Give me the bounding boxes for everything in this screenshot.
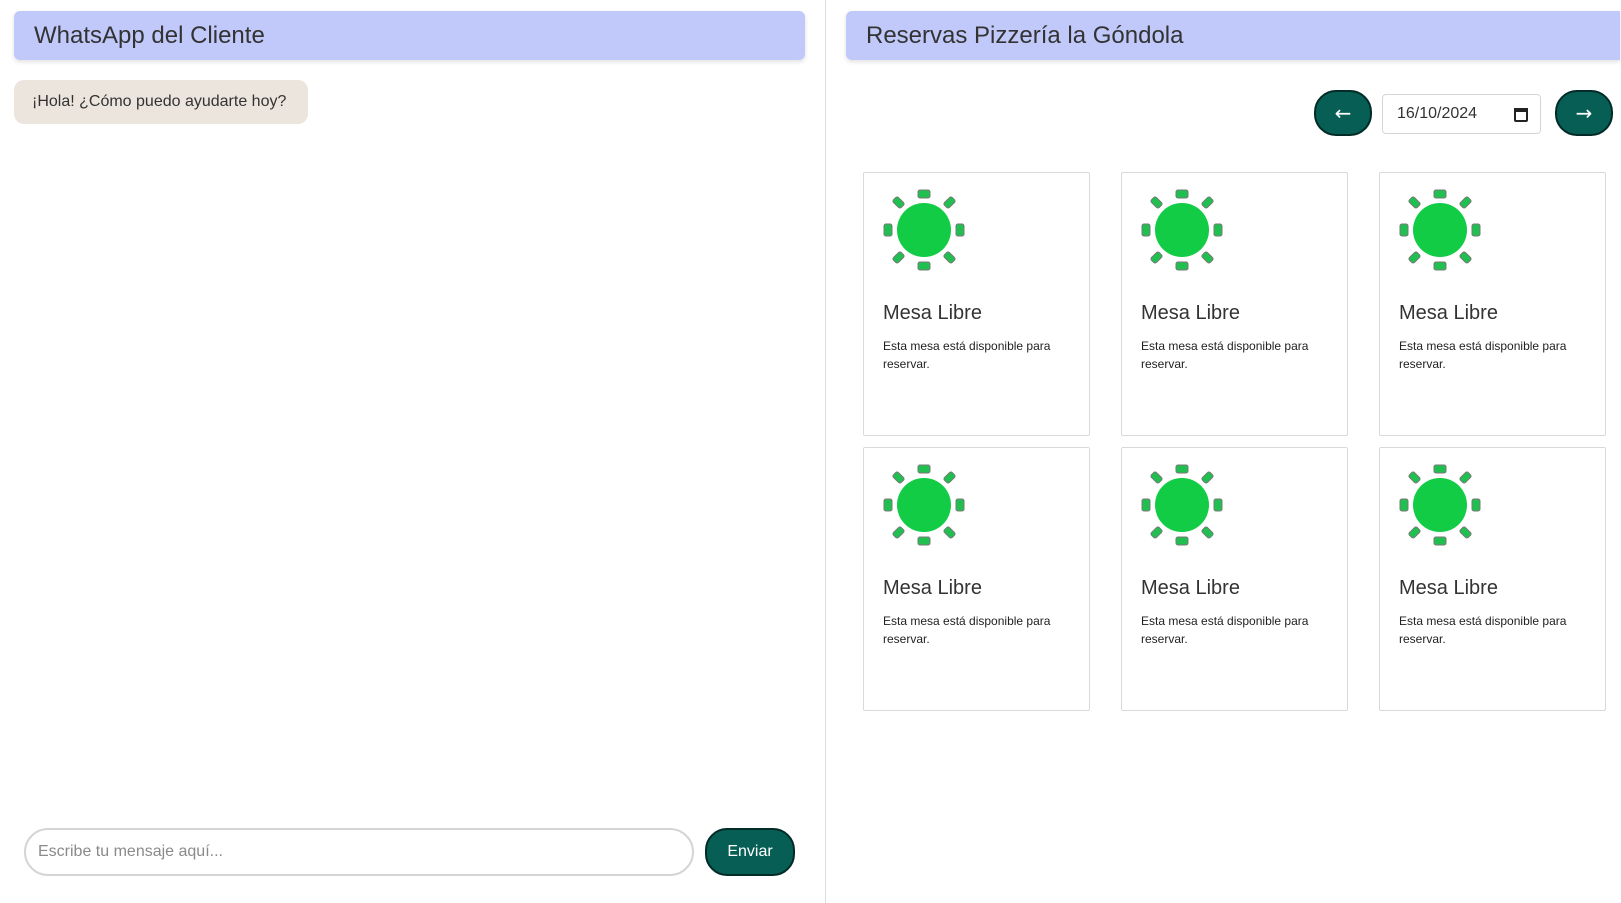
table-description: Esta mesa está disponible para reservar. [1399,614,1567,646]
chat-header: WhatsApp del Cliente [14,11,805,60]
table-status: Mesa Libre [1141,577,1240,599]
table-description: Esta mesa está disponible para reservar. [883,339,1051,371]
app-root: WhatsApp del Cliente ¡Hola! ¿Cómo puedo … [0,0,1621,903]
message-input[interactable] [24,828,694,876]
round-table-green-icon [1399,464,1481,546]
previous-date-button[interactable]: ← [1314,90,1372,136]
date-picker[interactable]: 16/10/2024 [1382,94,1541,134]
table-description: Esta mesa está disponible para reservar. [1399,339,1567,371]
round-table-green-icon [1141,464,1223,546]
table-card[interactable]: Mesa Libre Esta mesa está disponible par… [1379,172,1606,436]
table-status: Mesa Libre [1399,302,1498,324]
date-controls: ← 16/10/2024 → [1314,90,1613,136]
round-table-green-icon [1399,189,1481,271]
table-status: Mesa Libre [883,302,982,324]
table-status: Mesa Libre [1141,302,1240,324]
incoming-message-bubble: ¡Hola! ¿Cómo puedo ayudarte hoy? [14,80,308,124]
reservations-header: Reservas Pizzería la Góndola [846,11,1620,60]
table-status: Mesa Libre [883,577,982,599]
table-description: Esta mesa está disponible para reservar. [883,614,1051,646]
table-card[interactable]: Mesa Libre Esta mesa está disponible par… [863,447,1090,711]
table-card[interactable]: Mesa Libre Esta mesa está disponible par… [1379,447,1606,711]
next-date-button[interactable]: → [1555,90,1613,136]
table-cards-grid: Mesa Libre Esta mesa está disponible par… [863,172,1606,712]
table-card[interactable]: Mesa Libre Esta mesa está disponible par… [863,172,1090,436]
table-status: Mesa Libre [1399,577,1498,599]
round-table-green-icon [883,189,965,271]
send-button[interactable]: Enviar [705,828,795,876]
round-table-green-icon [883,464,965,546]
round-table-green-icon [1141,189,1223,271]
table-description: Esta mesa está disponible para reservar. [1141,339,1309,371]
table-description: Esta mesa está disponible para reservar. [1141,614,1309,646]
selected-date: 16/10/2024 [1397,105,1478,122]
reservations-pane: Reservas Pizzería la Góndola ← 16/10/202… [827,0,1621,903]
table-card[interactable]: Mesa Libre Esta mesa está disponible par… [1121,447,1348,711]
table-card[interactable]: Mesa Libre Esta mesa está disponible par… [1121,172,1348,436]
client-chat-pane: WhatsApp del Cliente ¡Hola! ¿Cómo puedo … [0,0,826,903]
calendar-icon[interactable] [1514,108,1528,122]
